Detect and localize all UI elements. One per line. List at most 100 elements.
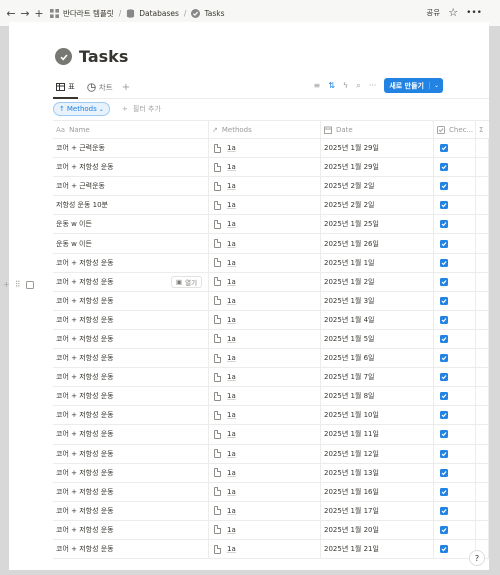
cell-check[interactable] (434, 368, 476, 387)
cell-methods[interactable]: 1a (209, 463, 321, 482)
cell-name[interactable]: 코어 + 근력운동 (53, 177, 209, 196)
checkbox-checked[interactable] (440, 430, 448, 439)
back-arrow-icon[interactable]: ← (4, 6, 18, 20)
cell-methods[interactable]: 1a (209, 329, 321, 349)
cell-formula[interactable] (476, 196, 489, 215)
cell-formula[interactable] (476, 158, 489, 177)
cell-methods[interactable]: 1a (209, 444, 321, 463)
methods-relation[interactable]: 1a (227, 430, 236, 438)
cell-methods[interactable]: 1a (209, 520, 321, 539)
task-name[interactable]: 코어 + 저항성 운동 (56, 296, 114, 306)
cell-check[interactable] (434, 482, 476, 501)
cell-check[interactable] (434, 520, 476, 539)
checkbox-checked[interactable] (440, 201, 448, 210)
cell-check[interactable] (434, 329, 476, 349)
cell-date[interactable]: 2025년 1월 16일 (321, 482, 434, 501)
cell-formula[interactable] (476, 291, 489, 310)
table-row[interactable]: 코어 + 저항성 운동 1a 2025년 1월 16일 (53, 482, 489, 502)
cell-date[interactable]: 2025년 1월 6일 (321, 349, 434, 368)
task-name[interactable]: 코어 + 저항성 운동 (56, 391, 114, 401)
checkbox-checked[interactable] (440, 334, 448, 343)
cell-name[interactable]: 코어 + 저항성 운동 (53, 444, 209, 463)
cell-formula[interactable] (476, 463, 489, 482)
checkbox-checked[interactable] (440, 239, 448, 248)
checkbox-checked[interactable] (440, 506, 448, 515)
table-row[interactable]: 저항성 운동 10분 1a 2025년 2월 2일 (53, 196, 489, 216)
cell-check[interactable] (434, 349, 476, 368)
new-button[interactable]: 새로 만들기 ⌄ (384, 78, 443, 93)
cell-formula[interactable] (476, 349, 489, 368)
task-name[interactable]: 코어 + 저항성 운동 (56, 162, 114, 172)
cell-methods[interactable]: 1a (209, 310, 321, 329)
methods-relation[interactable]: 1a (227, 316, 236, 324)
table-row[interactable]: 코어 + 저항성 운동 1a 2025년 1월 17일 (53, 501, 489, 521)
breadcrumb-databases[interactable]: Databases (139, 9, 179, 18)
cell-formula[interactable] (476, 368, 489, 387)
task-name[interactable]: 코어 + 저항성 운동 (56, 258, 114, 268)
cell-name[interactable]: 코어 + 저항성 운동 (53, 253, 209, 272)
methods-relation[interactable]: 1a (227, 373, 236, 381)
methods-relation[interactable]: 1a (227, 201, 236, 209)
cell-formula[interactable] (476, 272, 489, 291)
checkbox-checked[interactable] (440, 487, 448, 496)
cell-formula[interactable] (476, 215, 489, 234)
sort-chip[interactable]: ↑ Methods ⌄ (53, 102, 110, 116)
column-header-methods[interactable]: ↗ Methods (209, 121, 321, 138)
cell-formula[interactable] (476, 310, 489, 329)
methods-relation[interactable]: 1a (227, 278, 236, 286)
cell-formula[interactable] (476, 329, 489, 349)
cell-date[interactable]: 2025년 1월 29일 (321, 158, 434, 177)
cell-name[interactable]: 코어 + 저항성 운동 (53, 387, 209, 406)
methods-relation[interactable]: 1a (227, 507, 236, 515)
cell-date[interactable]: 2025년 1월 10일 (321, 406, 434, 425)
checkbox-checked[interactable] (440, 163, 448, 172)
cell-methods[interactable]: 1a (209, 272, 321, 291)
task-name[interactable]: 코어 + 저항성 운동 (56, 277, 114, 287)
page-check-icon[interactable] (55, 48, 72, 65)
methods-relation[interactable]: 1a (227, 220, 236, 228)
cell-methods[interactable]: 1a (209, 291, 321, 310)
cell-check[interactable] (434, 158, 476, 177)
more-options-icon[interactable]: ··· (369, 81, 377, 90)
cell-name[interactable]: 운동 w 이든 (53, 215, 209, 234)
cell-methods[interactable]: 1a (209, 196, 321, 215)
row-select-checkbox[interactable] (25, 280, 34, 289)
cell-check[interactable] (434, 196, 476, 215)
checkbox-checked[interactable] (440, 468, 448, 477)
checkbox-checked[interactable] (440, 220, 448, 229)
cell-formula[interactable] (476, 444, 489, 463)
methods-relation[interactable]: 1a (227, 335, 236, 343)
cell-name[interactable]: 코어 + 저항성 운동 (53, 349, 209, 368)
cell-check[interactable] (434, 501, 476, 520)
cell-name[interactable]: 코어 + 근력운동 (53, 139, 209, 158)
new-button-label[interactable]: 새로 만들기 (384, 81, 429, 91)
task-name[interactable]: 코어 + 저항성 운동 (56, 544, 114, 554)
cell-name[interactable]: 코어 + 저항성 운동 (53, 368, 209, 387)
forward-arrow-icon[interactable]: → (18, 6, 32, 20)
checkbox-checked[interactable] (440, 525, 448, 534)
cell-methods[interactable]: 1a (209, 368, 321, 387)
cell-methods[interactable]: 1a (209, 539, 321, 559)
methods-relation[interactable]: 1a (227, 411, 236, 419)
cell-formula[interactable] (476, 253, 489, 272)
table-row[interactable]: 코어 + 저항성 운동 1a 2025년 1월 20일 (53, 520, 489, 540)
cell-methods[interactable]: 1a (209, 425, 321, 444)
checkbox-checked[interactable] (440, 545, 448, 554)
task-name[interactable]: 코어 + 저항성 운동 (56, 315, 114, 325)
cell-date[interactable]: 2025년 1월 11일 (321, 425, 434, 444)
cell-methods[interactable]: 1a (209, 406, 321, 425)
add-view-icon[interactable]: + (122, 82, 130, 93)
cell-date[interactable]: 2025년 1월 13일 (321, 463, 434, 482)
cell-date[interactable]: 2025년 1월 1일 (321, 253, 434, 272)
cell-date[interactable]: 2025년 1월 29일 (321, 139, 434, 158)
cell-name[interactable]: 코어 + 저항성 운동 (53, 463, 209, 482)
cell-check[interactable] (434, 177, 476, 196)
table-row[interactable]: 코어 + 저항성 운동 1a 2025년 1월 10일 (53, 406, 489, 426)
open-row-button[interactable]: ▣ 열기 (171, 275, 203, 288)
table-row[interactable]: 코어 + 저항성 운동 1a 2025년 1월 12일 (53, 444, 489, 464)
checkbox-checked[interactable] (440, 392, 448, 401)
task-name[interactable]: 코어 + 근력운동 (56, 143, 105, 153)
cell-name[interactable]: 코어 + 저항성 운동 (53, 310, 209, 329)
cell-check[interactable] (434, 310, 476, 329)
task-name[interactable]: 코어 + 저항성 운동 (56, 449, 114, 459)
